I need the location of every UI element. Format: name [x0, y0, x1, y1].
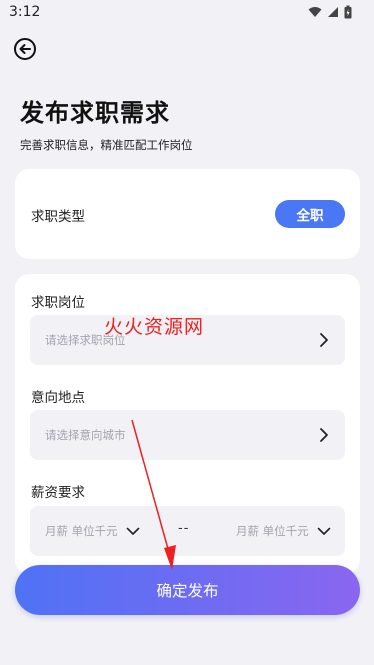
position-label: 求职岗位: [31, 295, 85, 311]
back-arrow-icon: [14, 38, 36, 60]
salary-range-field: 月薪 单位千元 -- 月薪 单位千元: [30, 506, 345, 556]
wifi-icon: [308, 7, 322, 17]
status-bar: 3:12: [0, 0, 374, 26]
chevron-down-icon: [126, 527, 139, 535]
location-placeholder: 请选择意向城市: [45, 428, 126, 442]
signal-icon: [328, 7, 338, 17]
job-type-fulltime-button[interactable]: 全职: [275, 200, 345, 228]
salary-separator: --: [178, 521, 190, 536]
job-type-label: 求职类型: [31, 209, 85, 225]
submit-publish-button[interactable]: 确定发布: [15, 565, 360, 615]
salary-min-placeholder: 月薪 单位千元: [45, 524, 118, 538]
salary-max-select[interactable]: 月薪 单位千元: [236, 523, 331, 539]
back-button[interactable]: [13, 37, 37, 61]
salary-label: 薪资要求: [31, 485, 85, 501]
location-select[interactable]: 请选择意向城市: [30, 410, 345, 460]
chevron-down-icon: [317, 527, 330, 535]
battery-icon: [344, 5, 352, 19]
chevron-right-icon: [320, 333, 328, 347]
bottom-bar: [0, 655, 374, 665]
chevron-right-icon: [320, 428, 328, 442]
status-icons: [308, 5, 352, 19]
salary-min-select[interactable]: 月薪 单位千元: [45, 523, 140, 539]
location-label: 意向地点: [31, 390, 85, 406]
watermark-text: 火火资源网: [104, 316, 205, 338]
status-time: 3:12: [9, 4, 41, 20]
salary-max-placeholder: 月薪 单位千元: [236, 524, 309, 538]
page-title: 发布求职需求: [20, 99, 170, 127]
page-subtitle: 完善求职信息，精准匹配工作岗位: [20, 138, 193, 152]
job-type-card: 求职类型 全职: [15, 169, 360, 259]
